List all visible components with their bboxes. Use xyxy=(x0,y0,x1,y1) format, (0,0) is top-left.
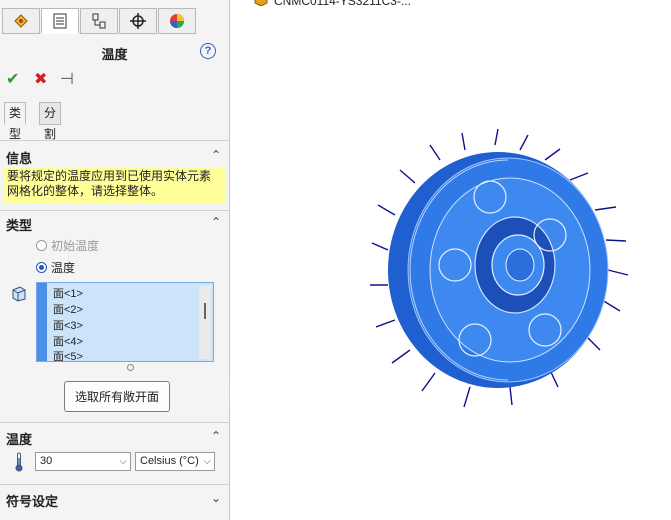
radio-indicator xyxy=(36,240,47,251)
radio-temperature[interactable]: 温度 xyxy=(36,259,75,276)
pin-button[interactable]: ⊣ xyxy=(60,69,74,89)
radio-indicator xyxy=(36,262,47,273)
close-icon: ✖ xyxy=(34,71,48,88)
info-section-heading: 信息 xyxy=(6,151,33,166)
temperature-section-heading: 温度 xyxy=(6,432,33,447)
tab-split[interactable]: 分割 xyxy=(39,102,62,141)
manager-tabs xyxy=(0,8,229,34)
document-title: CNMC0114-YS3211C3-... xyxy=(274,0,411,8)
temperature-value: 30 xyxy=(40,455,53,467)
tab-type[interactable]: 类型 xyxy=(4,102,27,141)
feature-manager-icon xyxy=(14,14,28,28)
crosshair-icon xyxy=(130,13,146,29)
thermometer-icon xyxy=(15,452,23,472)
info-collapse-button[interactable]: ⌃ xyxy=(211,148,221,162)
radio-label: 温度 xyxy=(51,261,76,275)
property-manager-panel: 温度 ? ✔ ✖ ⊣ 类型 分割 信息 ⌃ 要将规定的温度应用到已使用实体元素网… xyxy=(0,0,230,520)
tab-property-manager[interactable] xyxy=(41,8,79,34)
divider xyxy=(0,140,229,141)
resize-handle[interactable] xyxy=(127,364,134,371)
model-3d-view[interactable] xyxy=(370,125,630,420)
chevron-down-icon: ⌵ xyxy=(119,456,127,467)
list-item[interactable]: 面<1> xyxy=(53,287,83,301)
divider xyxy=(0,484,229,485)
temperature-collapse-button[interactable]: ⌃ xyxy=(211,429,221,443)
configuration-manager-icon xyxy=(92,13,106,29)
face-selection-icon xyxy=(12,286,26,302)
chevron-up-icon: ⌃ xyxy=(210,215,221,229)
radio-label: 初始温度 xyxy=(51,239,100,253)
tab-display-manager[interactable] xyxy=(158,8,196,34)
select-all-open-faces-button[interactable]: 选取所有敞开面 xyxy=(64,381,170,412)
divider xyxy=(0,210,229,211)
list-active-bar xyxy=(37,283,47,361)
wheel-body xyxy=(388,152,609,388)
property-manager-icon xyxy=(53,13,67,29)
chevron-up-icon: ⌃ xyxy=(210,429,221,443)
symbol-expand-button[interactable]: ⌄ xyxy=(211,491,221,505)
ok-button[interactable]: ✔ xyxy=(6,69,19,89)
list-item[interactable]: 面<4> xyxy=(53,335,83,349)
info-message: 要将规定的温度应用到已使用实体元素网格化的整体，请选择整体。 xyxy=(3,168,225,204)
type-section-heading: 类型 xyxy=(6,218,33,233)
chevron-down-icon: ⌄ xyxy=(210,491,221,505)
tab-configuration-manager[interactable] xyxy=(80,8,118,34)
symbol-settings-heading: 符号设定 xyxy=(6,494,59,509)
temperature-unit-select[interactable]: Celsius (°C) ⌵ xyxy=(135,452,215,471)
cancel-button[interactable]: ✖ xyxy=(34,69,47,89)
radio-initial-temperature[interactable]: 初始温度 xyxy=(36,237,99,254)
tab-dimxpert-manager[interactable] xyxy=(119,8,157,34)
list-scrollbar[interactable] xyxy=(199,285,211,359)
tab-feature-manager[interactable] xyxy=(2,8,40,34)
scroll-thumb[interactable] xyxy=(204,303,206,319)
temperature-unit: Celsius (°C) xyxy=(140,455,199,467)
appearance-icon xyxy=(170,14,184,28)
part-icon xyxy=(254,0,268,6)
page-title: 温度 xyxy=(101,47,128,62)
list-item[interactable]: 面<5> xyxy=(53,350,83,364)
temperature-value-input[interactable]: 30 ⌵ xyxy=(35,452,131,471)
pin-icon: ⊣ xyxy=(60,71,74,88)
chevron-up-icon: ⌃ xyxy=(210,148,221,162)
list-item[interactable]: 面<2> xyxy=(53,303,83,317)
type-collapse-button[interactable]: ⌃ xyxy=(211,215,221,229)
list-item[interactable]: 面<3> xyxy=(53,319,83,333)
check-icon: ✔ xyxy=(6,71,20,88)
face-selection-list[interactable]: 面<1> 面<2> 面<3> 面<4> 面<5> xyxy=(36,282,214,364)
divider xyxy=(0,422,229,423)
chevron-down-icon: ⌵ xyxy=(203,456,211,467)
help-icon[interactable]: ? xyxy=(200,43,216,59)
